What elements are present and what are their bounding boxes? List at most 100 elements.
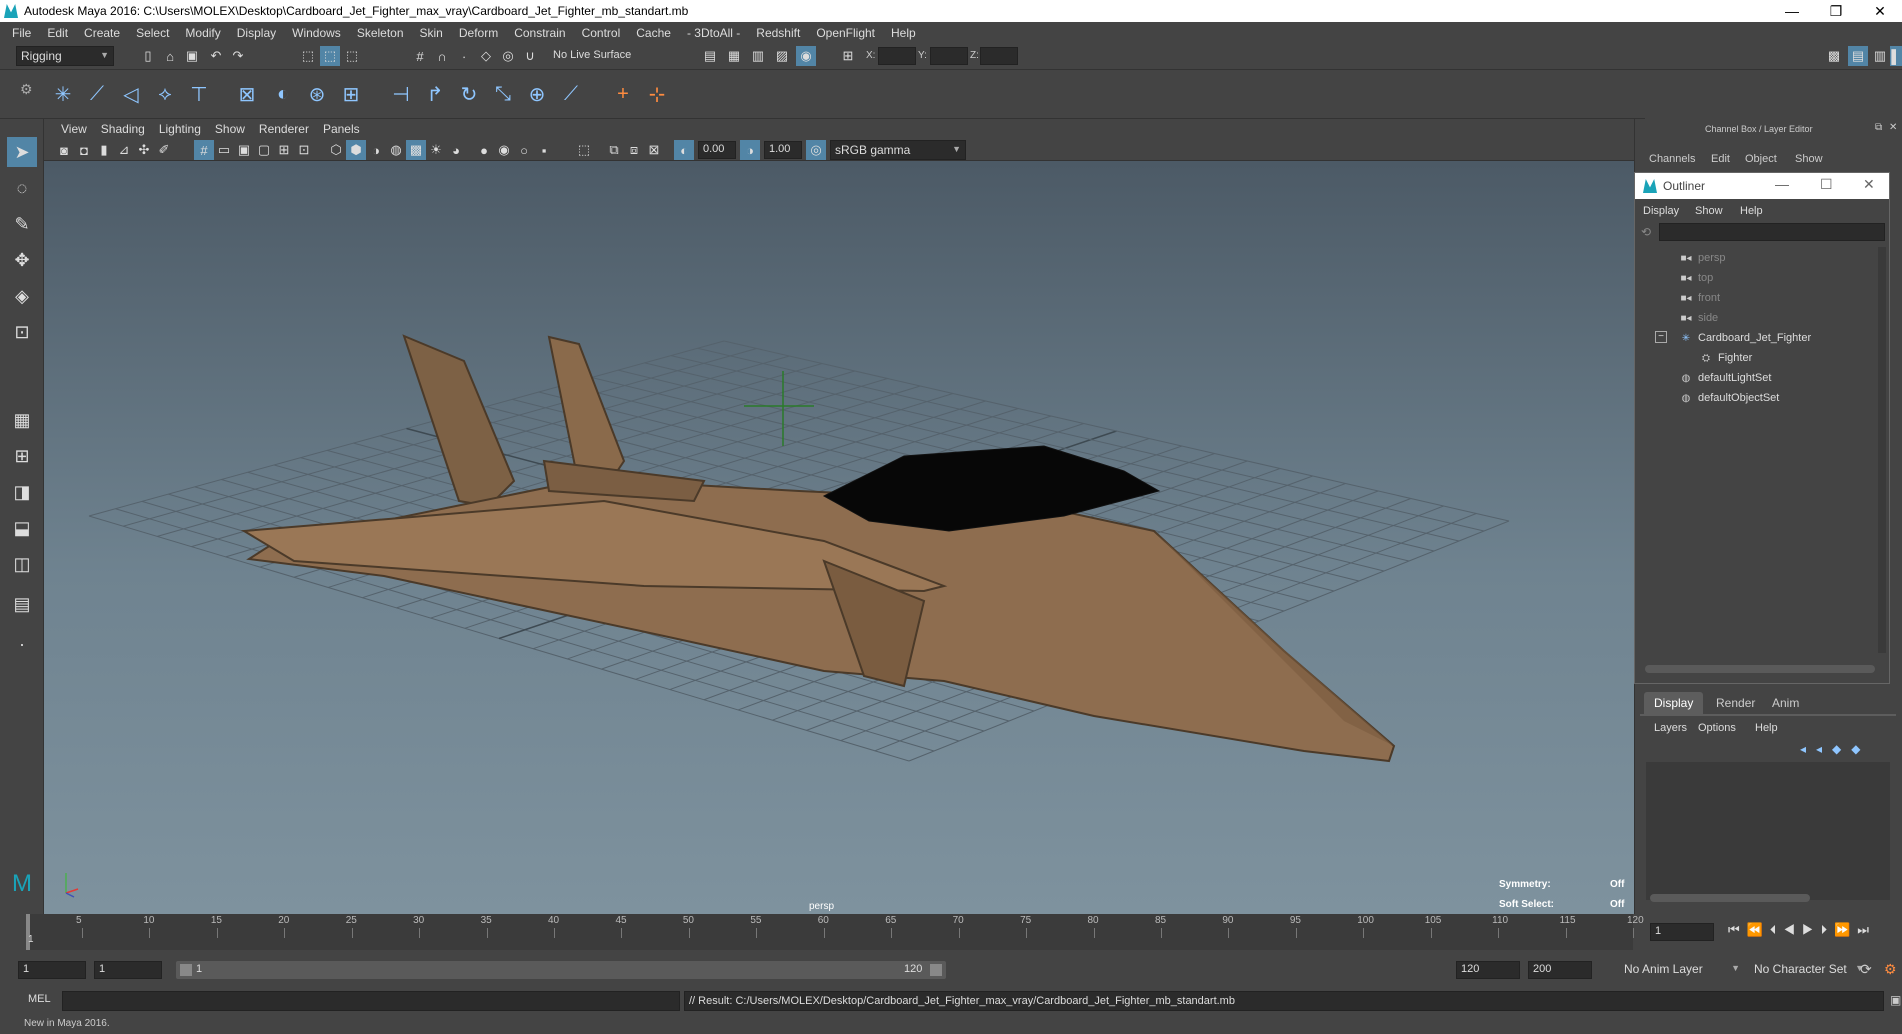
isolate-select-icon[interactable]: ⬚ [574,140,594,160]
layer-scrollbar[interactable] [1650,894,1810,902]
parent-constraint-icon[interactable]: ⊕ [522,79,552,109]
layer-tab-anim[interactable]: Anim [1762,692,1809,714]
render-frame-icon[interactable]: ▤ [700,46,720,66]
layer-menu-layers[interactable]: Layers [1654,722,1687,734]
ik-handle-icon[interactable]: ⟋ [82,79,112,109]
restore-button[interactable]: ❐ [1814,0,1858,22]
lasso-tool-icon[interactable]: ◌ [7,173,37,203]
gamma-icon[interactable]: ◑ [740,140,760,160]
gate-mask-icon[interactable]: ▢ [254,140,274,160]
range-start-handle[interactable] [180,964,192,976]
command-input[interactable] [62,991,680,1011]
outliner-horizontal-scrollbar[interactable] [1645,665,1875,673]
outliner-item-top[interactable]: ■◂ top [1679,269,1713,287]
outliner-item-cardboard-jet-fighter[interactable]: ✳ Cardboard_Jet_Fighter [1679,329,1811,347]
playback-start-field[interactable]: 1 [94,961,162,979]
image-plane-icon[interactable]: ⊿ [114,140,134,160]
color-management-icon[interactable]: ◎ [806,140,826,160]
snap-grid-icon[interactable]: # [410,46,430,66]
panel-menu-view[interactable]: View [54,122,94,136]
film-gate-icon[interactable]: ▭ [214,140,234,160]
rotate-tool-icon[interactable]: ◈ [7,281,37,311]
persp-outliner-icon[interactable]: ◨ [7,477,37,507]
persp-uv-icon[interactable]: ◫ [7,549,37,579]
outliner-item-fighter[interactable]: ⛭ Fighter [1699,349,1752,367]
bookmark-icon[interactable]: ▮ [94,140,114,160]
hypershade-icon[interactable]: ◉ [796,46,816,66]
gamma-field[interactable]: 1.00 [764,141,802,159]
ambient-occlusion-icon[interactable]: ● [474,140,494,160]
range-slider[interactable]: 1 120 [176,961,946,979]
safe-action-icon[interactable]: ⊡ [294,140,314,160]
menuset-dropdown[interactable]: Rigging [16,46,114,66]
move-tool-icon[interactable]: ✥ [7,245,37,275]
layer-menu-options[interactable]: Options [1698,722,1736,734]
outliner-layout-icon[interactable]: ▤ [7,589,37,619]
menu-create[interactable]: Create [76,26,128,40]
smooth-bind-icon[interactable]: ⊠ [232,79,262,109]
snap-curve-icon[interactable]: ∩ [432,46,452,66]
tool-settings-icon[interactable]: ▥ [1870,46,1890,66]
backface-culling-icon[interactable]: ⊠ [644,140,664,160]
current-frame-field[interactable]: 1 [1650,923,1714,941]
toolbox-more-icon[interactable]: · [7,629,37,659]
outliner-item-persp[interactable]: ■◂ persp [1679,249,1725,267]
menu-file[interactable]: File [4,26,39,40]
anti-aliasing-icon[interactable]: ○ [514,140,534,160]
snap-point-icon[interactable]: ∙ [454,46,474,66]
use-all-lights-icon[interactable]: ☀ [426,140,446,160]
joint-tool-icon[interactable]: ✳ [48,79,78,109]
channel-box-close-icon[interactable]: ✕ [1889,122,1897,133]
grease-pencil-icon[interactable]: ✐ [154,140,174,160]
outliner-vertical-scrollbar[interactable] [1878,247,1886,653]
single-perspective-icon[interactable]: ▦ [7,405,37,435]
new-scene-icon[interactable]: ▯ [138,46,158,66]
outliner-menu-help[interactable]: Help [1740,205,1763,217]
persp-graph-icon[interactable]: ⬓ [7,513,37,543]
menu-skeleton[interactable]: Skeleton [349,26,412,40]
channel-box-toggle-icon[interactable]: ▌ [1890,46,1902,66]
scale-constraint-icon[interactable]: ⤡ [488,79,518,109]
layer-menu-help[interactable]: Help [1755,722,1778,734]
orient-constraint-icon[interactable]: ↻ [454,79,484,109]
menu-openflight[interactable]: OpenFlight [808,26,883,40]
snap-view-plane-icon[interactable]: ◇ [476,46,496,66]
textured-icon[interactable]: ▩ [406,140,426,160]
menu-help[interactable]: Help [883,26,924,40]
layer-tab-display[interactable]: Display [1644,692,1704,714]
menu-deform[interactable]: Deform [451,26,506,40]
select-tool-icon[interactable]: ➤ [7,137,37,167]
menu-select[interactable]: Select [128,26,177,40]
resolution-gate-icon[interactable]: ▣ [234,140,254,160]
cluster-icon[interactable]: ⊞ [336,79,366,109]
depth-of-field-icon[interactable]: ▪ [534,140,554,160]
outliner-menu-display[interactable]: Display [1643,205,1679,217]
playback-controls[interactable]: ⏮⏪⏴◀▶⏵⏩⏭ [1728,922,1876,938]
xray-active-icon[interactable]: ⧈ [624,140,644,160]
mirror-joint-icon[interactable]: ⟡ [150,79,180,109]
modeling-toolkit-icon[interactable]: ▩ [1824,46,1844,66]
outliner-item-side[interactable]: ■◂ side [1679,309,1718,327]
smooth-shade-icon[interactable]: ⬢ [346,140,366,160]
menu-edit[interactable]: Edit [39,26,76,40]
z-field[interactable] [980,47,1018,65]
snap-magnet-icon[interactable]: ∪ [520,46,540,66]
layer-tab-render[interactable]: Render [1706,692,1765,714]
anim-layer-dropdown[interactable]: No Anim Layer [1620,960,1744,980]
auto-key-icon[interactable]: ⟳ [1860,961,1872,978]
snap-live-icon[interactable]: ◎ [498,46,518,66]
playback-end-field[interactable]: 120 [1456,961,1520,979]
character-set-dropdown[interactable]: No Character Set [1750,960,1868,980]
select-by-object-icon[interactable]: ⬚ [320,46,340,66]
x-field[interactable] [878,47,916,65]
open-scene-icon[interactable]: ⌂ [160,46,180,66]
lattice-icon[interactable]: ⊛ [302,79,332,109]
menu-control[interactable]: Control [574,26,629,40]
menu-display[interactable]: Display [229,26,284,40]
paint-select-icon[interactable]: ✎ [7,209,37,239]
menu-windows[interactable]: Windows [284,26,349,40]
camera-attributes-icon[interactable]: ◘ [74,140,94,160]
panel-menu-renderer[interactable]: Renderer [252,122,316,136]
grid-toggle-icon[interactable]: # [194,140,214,160]
channel-menu-channels[interactable]: Channels [1649,153,1695,165]
